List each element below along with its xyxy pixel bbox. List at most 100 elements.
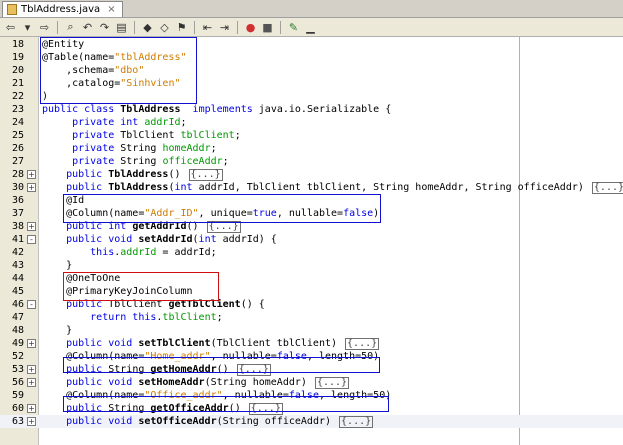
code-token: @Column(name= xyxy=(42,208,145,219)
uncomment-icon[interactable]: ▁ xyxy=(303,20,318,34)
code-line[interactable]: 59 @Column(name="Office_addr", nullable=… xyxy=(0,389,623,402)
next-bookmark-icon[interactable]: ◇ xyxy=(157,20,172,34)
line-number: 23 xyxy=(11,104,24,115)
fold-expand-icon[interactable]: + xyxy=(27,378,36,387)
previous-bookmark-icon[interactable]: ◆ xyxy=(140,20,155,34)
fold-expand-icon[interactable]: + xyxy=(27,404,36,413)
code-token: "Sinhvien" xyxy=(120,78,181,89)
stop-macro-icon[interactable]: ■ xyxy=(260,20,275,34)
line-number: 41 xyxy=(11,234,24,245)
code-line[interactable]: 44 @OneToOne xyxy=(0,272,623,285)
code-line[interactable]: 63 + public void setOfficeAddr(String off… xyxy=(0,415,623,428)
toggle-highlight-icon[interactable]: ▤ xyxy=(114,20,129,34)
code-line[interactable]: 22) xyxy=(0,90,623,103)
find-previous-icon[interactable]: ↶ xyxy=(80,20,95,34)
forward-icon[interactable]: ⇨ xyxy=(37,20,52,34)
line-number: 19 xyxy=(11,52,24,63)
fold-collapse-icon[interactable]: - xyxy=(27,235,36,244)
toolbar-separator xyxy=(237,20,238,34)
line-number: 46 xyxy=(11,299,24,310)
collapsed-code-marker[interactable]: {...} xyxy=(206,221,241,233)
code-text: public void setTblClient(TblClient tblCl… xyxy=(42,337,380,350)
code-token: "Addr_ID" xyxy=(144,208,199,219)
fold-expand-icon[interactable]: + xyxy=(27,339,36,348)
code-line[interactable]: 46- public TblClient getTblClient() { xyxy=(0,298,623,311)
back-icon[interactable]: ⇦ xyxy=(3,20,18,34)
find-next-icon[interactable]: ↷ xyxy=(97,20,112,34)
fold-expand-icon[interactable]: + xyxy=(27,417,36,426)
code-line[interactable]: 36 @Id xyxy=(0,194,623,207)
code-line[interactable]: 23 public class TblAddress implements jav… xyxy=(0,103,623,116)
fold-expand-icon[interactable]: + xyxy=(27,183,36,192)
collapsed-code-marker[interactable]: {...} xyxy=(339,416,374,428)
code-line[interactable]: 30 + public TblAddress(int addrId, TblCli… xyxy=(0,181,623,194)
collapsed-code-marker[interactable]: {...} xyxy=(236,364,271,376)
line-number: 30 xyxy=(11,182,24,193)
line-number: 42 xyxy=(11,247,24,258)
code-token: @Table(name= xyxy=(42,52,115,63)
fold-expand-icon[interactable]: + xyxy=(27,365,36,374)
code-token: (String officeAddr) xyxy=(216,416,338,427)
code-token: addrId xyxy=(144,117,181,128)
comment-icon[interactable]: ✎ xyxy=(286,20,301,34)
code-line[interactable]: 42 this.addrId = addrId; xyxy=(0,246,623,259)
code-line[interactable]: 48 } xyxy=(0,324,623,337)
code-line[interactable]: 25 private TblClient tblClient; xyxy=(0,129,623,142)
fold-expand-icon[interactable]: + xyxy=(27,222,36,231)
fold-expand-icon[interactable]: + xyxy=(27,170,36,179)
shift-right-icon[interactable]: ⇥ xyxy=(217,20,232,34)
line-number: 22 xyxy=(11,91,24,102)
start-macro-icon[interactable]: ● xyxy=(243,20,258,34)
collapsed-code-marker[interactable]: {...} xyxy=(248,403,283,415)
code-line[interactable]: 56 + public void setHomeAddr(String homeA… xyxy=(0,376,623,389)
file-tab[interactable]: TblAddress.java × xyxy=(2,1,123,17)
collapsed-code-marker[interactable]: {...} xyxy=(345,338,380,350)
code-line[interactable]: 49 + public void setTblClient(TblClient t… xyxy=(0,337,623,350)
code-line[interactable]: 28 + public TblAddress() {...} xyxy=(0,168,623,181)
code-token: setHomeAddr xyxy=(138,377,205,388)
line-number: 44 xyxy=(11,273,24,284)
code-line[interactable]: 37 @Column(name="Addr_ID", unique=true, … xyxy=(0,207,623,220)
back-dropdown-icon[interactable]: ▾ xyxy=(20,20,35,34)
code-text: public void setAddrId(int addrId) { xyxy=(42,233,277,246)
code-line[interactable]: 38 + public int getAddrId() {...} xyxy=(0,220,623,233)
code-line[interactable]: 45 @PrimaryKeyJoinColumn xyxy=(0,285,623,298)
code-editor[interactable]: 18 @Entity 19 @Table(name="tblAddress" 20 ,s… xyxy=(0,37,623,445)
code-token: , length=50) xyxy=(318,390,392,401)
collapsed-code-marker[interactable]: {...} xyxy=(188,169,223,181)
code-text: return this.tblClient; xyxy=(42,311,222,324)
code-text: @PrimaryKeyJoinColumn xyxy=(42,285,192,298)
toggle-bookmark-icon[interactable]: ⚑ xyxy=(174,20,189,34)
code-token: () xyxy=(186,221,205,232)
code-line[interactable]: 24 private int addrId; xyxy=(0,116,623,129)
code-text: @Id xyxy=(42,194,84,207)
collapsed-code-marker[interactable]: {...} xyxy=(591,182,623,194)
code-line[interactable]: 19 @Table(name="tblAddress" xyxy=(0,51,623,64)
code-token: @Column(name= xyxy=(42,390,145,401)
code-line[interactable]: 26 private String homeAddr; xyxy=(0,142,623,155)
code-line[interactable]: 43 } xyxy=(0,259,623,272)
shift-left-icon[interactable]: ⇤ xyxy=(200,20,215,34)
code-text: public void setOfficeAddr(String officeA… xyxy=(42,415,374,428)
code-text: private int addrId; xyxy=(42,116,186,129)
fold-collapse-icon[interactable]: - xyxy=(27,300,36,309)
code-text: ) xyxy=(42,90,48,103)
code-line[interactable]: 47 return this.tblClient; xyxy=(0,311,623,324)
close-tab-icon[interactable]: × xyxy=(107,2,115,17)
code-line[interactable]: 53 + public String getHomeAddr() {...} xyxy=(0,363,623,376)
code-line[interactable]: 18 @Entity xyxy=(0,38,623,51)
code-line[interactable]: 21 ,catalog="Sinhvien" xyxy=(0,77,623,90)
code-token: ) xyxy=(373,208,380,219)
collapsed-code-marker[interactable]: {...} xyxy=(314,377,350,389)
code-token: false xyxy=(343,208,374,219)
code-line[interactable]: 20 ,schema="dbo" xyxy=(0,64,623,77)
code-text: private String officeAddr; xyxy=(42,155,229,168)
find-icon[interactable]: ⌕ xyxy=(63,20,78,34)
code-line[interactable]: 41- public void setAddrId(int addrId) { xyxy=(0,233,623,246)
code-line[interactable]: 27 private String officeAddr; xyxy=(0,155,623,168)
code-text: public class TblAddress implements java.… xyxy=(42,103,391,116)
code-line[interactable]: 52 @Column(name="Home_addr", nullable=fa… xyxy=(0,350,623,363)
code-text: public int getAddrId() {...} xyxy=(42,220,241,233)
code-token: () { xyxy=(240,299,265,310)
code-line[interactable]: 60 + public String getOfficeAddr() {...} xyxy=(0,402,623,415)
